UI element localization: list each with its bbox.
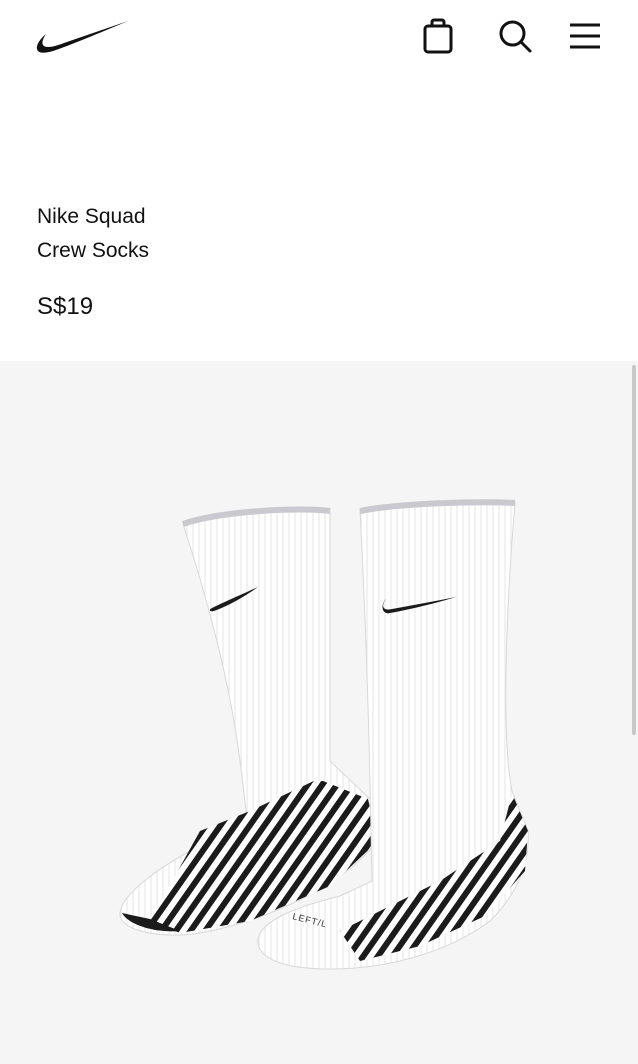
product-image[interactable]: LEFT/L [0, 361, 638, 1064]
left-sock [119, 506, 379, 936]
scrollbar[interactable] [632, 365, 636, 735]
search-button[interactable] [493, 14, 537, 58]
product-title-line2: Crew Socks [37, 239, 150, 262]
hamburger-menu-icon [570, 23, 600, 49]
product-info: Nike Squad Crew Socks S$19 [37, 200, 437, 322]
product-price: S$19 [37, 293, 94, 320]
site-header [0, 0, 638, 80]
search-icon [499, 20, 532, 53]
product-title-line1: Nike Squad [37, 205, 146, 228]
menu-button[interactable] [563, 14, 607, 58]
socks-illustration: LEFT/L [119, 499, 529, 970]
product-page: Nike Squad Crew Socks S$19 LEFT/L [0, 0, 638, 1064]
nike-logo[interactable] [34, 18, 130, 58]
shopping-bag-icon [423, 18, 453, 54]
nike-swoosh-icon [36, 21, 128, 53]
product-title: Nike Squad Crew Socks [37, 200, 437, 268]
bag-button[interactable] [416, 14, 460, 58]
